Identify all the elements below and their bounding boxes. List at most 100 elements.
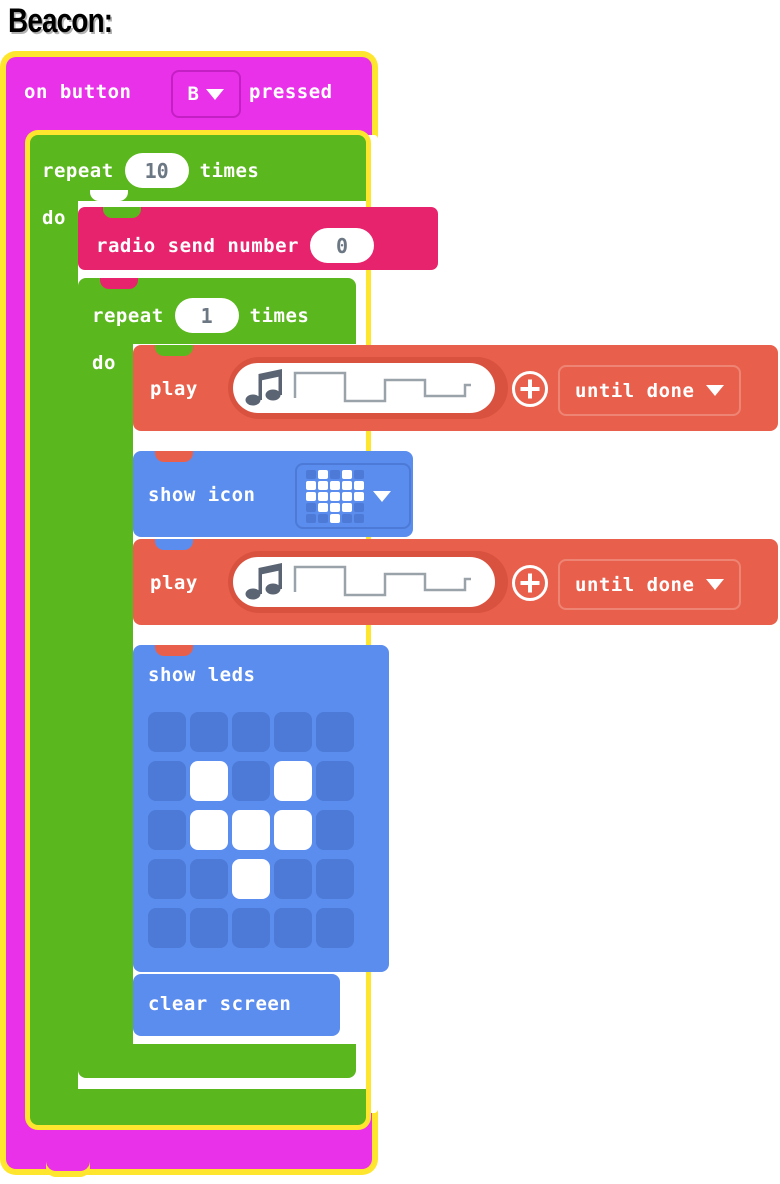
button-dropdown-field[interactable]: B xyxy=(171,70,241,118)
play-2-mode-dropdown[interactable]: until done xyxy=(558,559,742,610)
repeat-inner-label-before: repeat xyxy=(92,304,164,327)
block-play-melody-1[interactable]: play until done xyxy=(133,345,778,431)
event-label-after: pressed xyxy=(249,81,333,103)
led-cell-2-2[interactable] xyxy=(232,810,270,850)
block-radio-send-number[interactable]: radio send number 0 xyxy=(78,207,438,270)
icon-pixel-3-1 xyxy=(318,502,328,512)
led-cell-1-4[interactable] xyxy=(316,761,354,801)
led-cell-3-0[interactable] xyxy=(148,859,186,899)
block-show-leds[interactable]: show leds xyxy=(133,645,389,972)
led-cell-1-1[interactable] xyxy=(190,761,228,801)
play-1-label: play xyxy=(150,378,198,400)
show-icon-label: show icon xyxy=(148,484,256,506)
clear-screen-top-notch xyxy=(155,974,193,985)
block-show-icon[interactable]: show icon xyxy=(133,451,413,537)
chevron-down-icon xyxy=(206,88,225,100)
melody-waveform-svg xyxy=(245,563,471,600)
icon-pixel-1-3 xyxy=(342,480,352,490)
led-cell-3-2[interactable] xyxy=(232,859,270,899)
led-cell-0-3[interactable] xyxy=(274,712,312,752)
radio-send-value-field[interactable]: 0 xyxy=(309,228,374,263)
icon-pixel-2-2 xyxy=(330,491,340,501)
play-1-melody-field[interactable] xyxy=(228,357,508,419)
block-clear-screen[interactable]: clear screen xyxy=(133,974,340,1036)
led-cell-0-0[interactable] xyxy=(148,712,186,752)
led-cell-2-4[interactable] xyxy=(316,810,354,850)
led-cell-1-0[interactable] xyxy=(148,761,186,801)
icon-pixel-4-1 xyxy=(318,513,328,523)
icon-pixel-3-2 xyxy=(330,502,340,512)
repeat-outer-mouth-notch xyxy=(90,190,128,201)
led-cell-2-3[interactable] xyxy=(274,810,312,850)
square-step-wave xyxy=(293,565,471,597)
icon-pixel-0-0 xyxy=(306,469,316,479)
repeat-inner-do-label: do xyxy=(92,352,116,374)
led-cell-0-4[interactable] xyxy=(316,712,354,752)
icon-pixel-2-0 xyxy=(306,491,316,501)
led-cell-0-1[interactable] xyxy=(190,712,228,752)
icon-pixel-1-4 xyxy=(354,480,364,490)
music-note-icon xyxy=(245,369,282,406)
repeat-outer-header: repeat 10 times xyxy=(42,153,259,188)
led-cell-4-0[interactable] xyxy=(148,908,186,948)
show-leds-label: show leds xyxy=(148,664,256,686)
led-cell-3-1[interactable] xyxy=(190,859,228,899)
led-cell-1-2[interactable] xyxy=(232,761,270,801)
play-2-melody-field[interactable] xyxy=(228,551,508,613)
plus-circle-icon[interactable] xyxy=(511,370,549,408)
play-2-top-notch xyxy=(155,539,193,550)
radio-send-label: radio send number xyxy=(96,234,299,257)
play-2-melody-preview xyxy=(233,557,495,607)
event-header: on button xyxy=(24,81,131,103)
play-2-mode-value: until done xyxy=(575,573,695,596)
repeat-outer-label-after: times xyxy=(199,159,260,182)
repeat-inner-header: repeat 1 times xyxy=(92,298,309,333)
led-cell-3-4[interactable] xyxy=(316,859,354,899)
block-play-melody-2[interactable]: play until done xyxy=(133,539,778,625)
icon-pixel-4-0 xyxy=(306,513,316,523)
led-cell-4-3[interactable] xyxy=(274,908,312,948)
icon-pixel-2-3 xyxy=(342,491,352,501)
led-cell-2-0[interactable] xyxy=(148,810,186,850)
icon-pixel-4-3 xyxy=(342,513,352,523)
icon-pixel-1-0 xyxy=(306,480,316,490)
led-cell-0-2[interactable] xyxy=(232,712,270,752)
led-matrix-editor[interactable] xyxy=(148,712,354,953)
repeat-outer-do-label: do xyxy=(42,207,66,229)
led-cell-4-4[interactable] xyxy=(316,908,354,948)
led-cell-4-1[interactable] xyxy=(190,908,228,948)
repeat-outer-count-field[interactable]: 10 xyxy=(124,153,189,188)
led-cell-4-2[interactable] xyxy=(232,908,270,948)
icon-pixel-2-4 xyxy=(354,491,364,501)
music-note-icon xyxy=(245,563,282,600)
play-1-melody-preview xyxy=(233,363,495,413)
event-label-before: on button xyxy=(24,81,132,103)
clear-screen-label: clear screen xyxy=(148,993,292,1015)
led-cell-3-3[interactable] xyxy=(274,859,312,899)
icon-pixel-0-1 xyxy=(318,469,328,479)
plus-circle-icon[interactable] xyxy=(511,564,549,602)
icon-pixel-3-4 xyxy=(354,502,364,512)
event-block-bottom-notch xyxy=(46,1155,90,1171)
repeat-outer-label-before: repeat xyxy=(42,159,114,182)
icon-pixel-0-3 xyxy=(342,469,352,479)
radio-block-top-notch xyxy=(103,207,141,218)
chevron-down-icon xyxy=(373,490,391,502)
play-2-label: play xyxy=(150,572,198,594)
square-step-wave xyxy=(293,371,471,403)
led-cell-2-1[interactable] xyxy=(190,810,228,850)
radio-block-content: radio send number 0 xyxy=(96,228,374,263)
icon-pixel-4-4 xyxy=(354,513,364,523)
led-cell-1-3[interactable] xyxy=(274,761,312,801)
repeat-inner-count-field[interactable]: 1 xyxy=(174,298,239,333)
play-1-mode-value: until done xyxy=(575,379,695,402)
repeat-inner-top-notch xyxy=(100,278,138,289)
show-icon-dropdown-field[interactable] xyxy=(295,463,411,529)
icon-pixel-0-2 xyxy=(330,469,340,479)
icon-pixel-4-2 xyxy=(330,513,340,523)
icon-pixel-3-0 xyxy=(306,502,316,512)
page-title: Beacon: xyxy=(8,2,113,40)
icon-pixel-2-1 xyxy=(318,491,328,501)
button-dropdown-value: B xyxy=(187,83,200,105)
play-1-mode-dropdown[interactable]: until done xyxy=(558,365,742,416)
